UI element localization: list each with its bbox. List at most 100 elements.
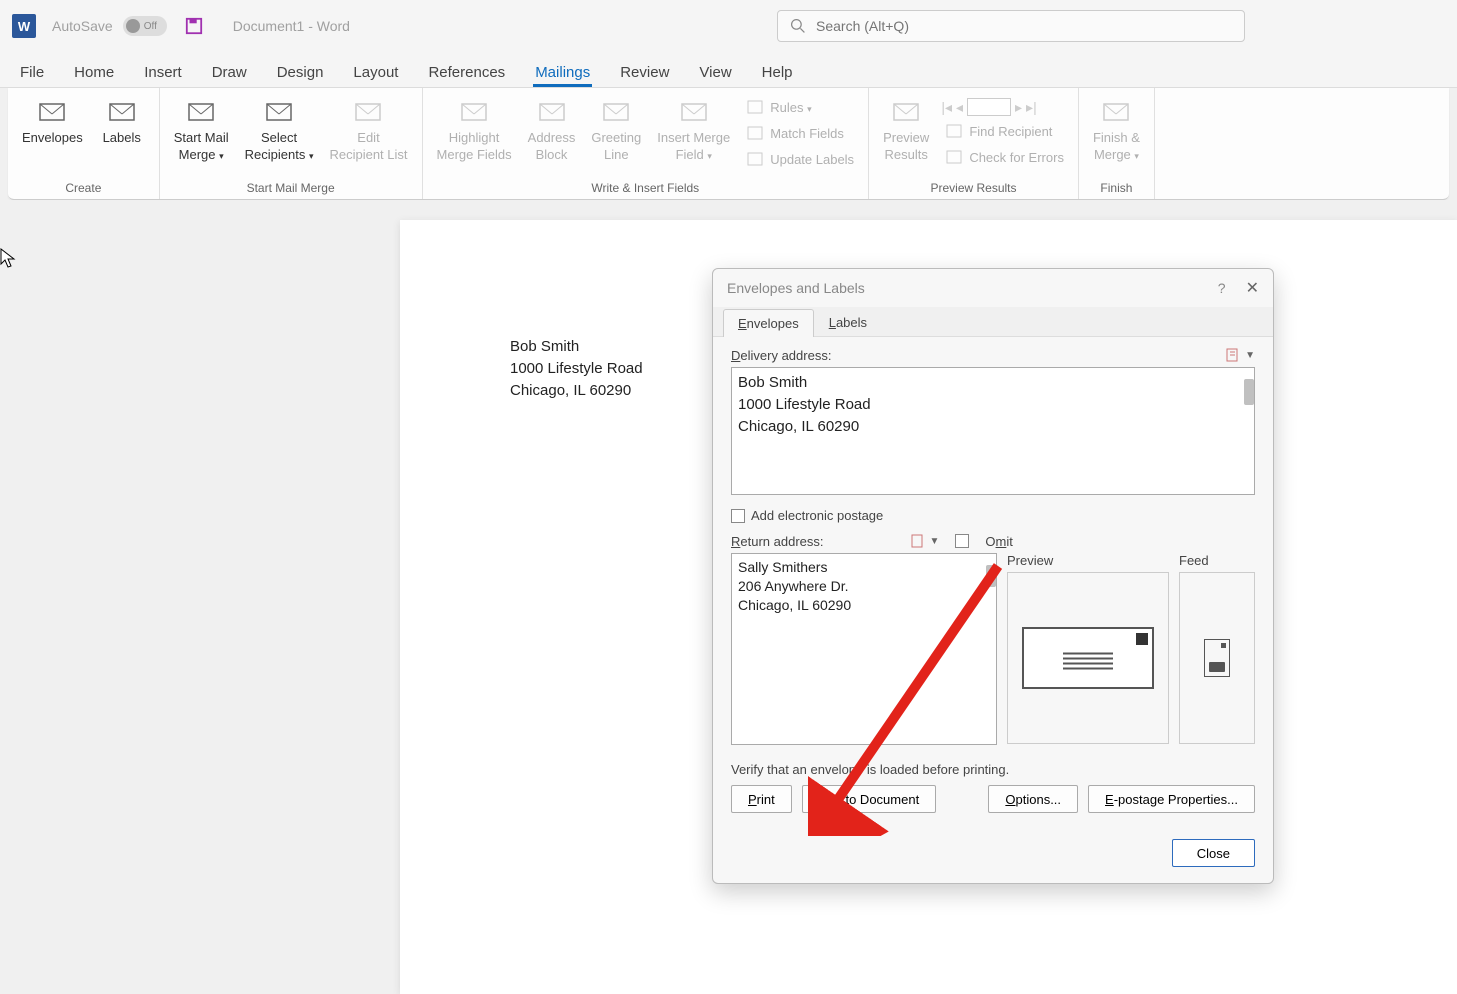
- previewresults-button: PreviewResults: [879, 92, 933, 166]
- verify-text: Verify that an envelope is loaded before…: [731, 762, 1255, 777]
- next-record-icon[interactable]: ▸: [1015, 99, 1022, 116]
- dialog-help-icon[interactable]: ?: [1218, 280, 1226, 296]
- ribbon-item-icon: [1100, 96, 1132, 128]
- omit-label: Omit: [985, 534, 1012, 549]
- search-input[interactable]: [816, 18, 1232, 34]
- tab-labels[interactable]: Labels: [814, 308, 882, 336]
- dialog-tabs: Envelopes Labels: [713, 307, 1273, 337]
- dialog-titlebar[interactable]: Envelopes and Labels ? ✕: [713, 269, 1273, 307]
- search-box[interactable]: [777, 10, 1245, 42]
- feed-label: Feed: [1179, 553, 1255, 568]
- labels-button[interactable]: Labels: [95, 92, 149, 149]
- last-record-icon[interactable]: ▸|: [1026, 99, 1037, 116]
- tab-draw[interactable]: Draw: [210, 58, 249, 87]
- ribbon-item-icon: [185, 96, 217, 128]
- save-icon[interactable]: [185, 17, 203, 35]
- title-bar: W AutoSave Off Document1 - Word: [0, 0, 1457, 52]
- address-book-icon: [1225, 347, 1241, 363]
- envelope-preview-icon: [1022, 627, 1154, 689]
- tab-insert[interactable]: Insert: [142, 58, 184, 87]
- scrollbar-thumb[interactable]: [986, 565, 996, 587]
- start-mailmerge-button[interactable]: Start MailMerge ▾: [170, 92, 233, 166]
- electronic-postage-label: Add electronic postage: [751, 508, 883, 523]
- tab-mailings[interactable]: Mailings: [533, 58, 592, 87]
- tab-file[interactable]: File: [18, 58, 46, 87]
- ribbon-group-create: EnvelopesLabels Create: [8, 88, 160, 199]
- tab-references[interactable]: References: [426, 58, 507, 87]
- tab-layout[interactable]: Layout: [351, 58, 400, 87]
- dialog-title: Envelopes and Labels: [727, 280, 1218, 296]
- ribbon-item-icon: [678, 96, 710, 128]
- find-recipient-button: Find Recipient: [941, 120, 1068, 142]
- ribbon-item-icon: [263, 96, 295, 128]
- scrollbar-thumb[interactable]: [1244, 379, 1254, 405]
- toggle-knob-icon: [126, 19, 140, 33]
- check-for-errors-button: Check for Errors: [941, 146, 1068, 168]
- autosave-state: Off: [144, 21, 157, 32]
- update-labels-button: Update Labels: [742, 148, 858, 170]
- dialog-close-icon[interactable]: ✕: [1246, 278, 1259, 298]
- envelopes-button[interactable]: Envelopes: [18, 92, 87, 149]
- first-record-icon[interactable]: |◂: [941, 99, 952, 116]
- omit-checkbox[interactable]: [955, 534, 969, 548]
- return-address-label: Return address:: [731, 534, 824, 549]
- ribbon-item-icon: [106, 96, 138, 128]
- autosave-toggle[interactable]: Off: [123, 16, 167, 36]
- group-label: Preview Results: [879, 179, 1068, 199]
- record-number-input[interactable]: [967, 98, 1011, 116]
- insert-mergefield-button: Insert MergeField ▾: [653, 92, 734, 166]
- feed-orientation-icon: [1204, 639, 1230, 677]
- prev-record-icon[interactable]: ◂: [956, 99, 963, 116]
- document-title: Document1 - Word: [233, 18, 350, 34]
- feed-pane[interactable]: [1179, 572, 1255, 744]
- group-label: Finish: [1089, 179, 1144, 199]
- finish-merge-button: Finish &Merge ▾: [1089, 92, 1144, 166]
- electronic-postage-checkbox[interactable]: [731, 509, 745, 523]
- word-app-icon: W: [12, 14, 36, 38]
- group-label: Start Mail Merge: [170, 179, 412, 199]
- tab-view[interactable]: View: [697, 58, 733, 87]
- tab-design[interactable]: Design: [275, 58, 326, 87]
- autosave-label: AutoSave: [52, 18, 113, 34]
- ribbon: EnvelopesLabels Create Start MailMerge ▾Se…: [8, 88, 1449, 200]
- dropdown-arrow-icon: ▼: [1245, 350, 1255, 361]
- ribbon-group-start-mail-merge: Start MailMerge ▾SelectRecipients ▾EditR…: [160, 88, 423, 199]
- tab-envelopes[interactable]: Envelopes: [723, 309, 814, 337]
- ribbon-item-icon: [890, 96, 922, 128]
- return-address-input[interactable]: [731, 553, 997, 745]
- tab-home[interactable]: Home: [72, 58, 116, 87]
- highlightmerge-fields-button: HighlightMerge Fields: [433, 92, 516, 166]
- print-button[interactable]: Print: [731, 785, 792, 813]
- editrecipient-list-button: EditRecipient List: [325, 92, 411, 166]
- options-button[interactable]: Options...: [988, 785, 1078, 813]
- preview-pane[interactable]: [1007, 572, 1169, 744]
- address-book-button[interactable]: ▼: [1225, 347, 1255, 363]
- ribbon-item-icon: [352, 96, 384, 128]
- ribbon-group-preview-results: PreviewResults |◂◂ ▸▸| Find Recipient Check …: [869, 88, 1079, 199]
- record-navigation: |◂◂ ▸▸|: [941, 98, 1068, 116]
- ribbon-group-write-insert-fields: HighlightMerge FieldsAddressBlockGreetin…: [423, 88, 870, 199]
- selectrecipients-button[interactable]: SelectRecipients ▾: [241, 92, 318, 166]
- greetingline-button: GreetingLine: [587, 92, 645, 166]
- epostage-button[interactable]: E-postage Properties...: [1088, 785, 1255, 813]
- close-button[interactable]: Close: [1172, 839, 1255, 867]
- search-icon: [790, 18, 806, 34]
- match-fields-button: Match Fields: [742, 122, 858, 144]
- group-label: Write & Insert Fields: [433, 179, 859, 199]
- delivery-address-input[interactable]: [731, 367, 1255, 495]
- ribbon-item-icon: [458, 96, 490, 128]
- address-book-icon: [910, 533, 926, 549]
- tab-help[interactable]: Help: [760, 58, 795, 87]
- preview-label: Preview: [1007, 553, 1169, 568]
- delivery-address-label: Delivery address:: [731, 348, 831, 363]
- ribbon-group-finish: Finish &Merge ▾ Finish: [1079, 88, 1155, 199]
- envelopes-labels-dialog: Envelopes and Labels ? ✕ Envelopes Label…: [712, 268, 1274, 884]
- addressblock-button: AddressBlock: [524, 92, 580, 166]
- rules-button: Rules ▾: [742, 96, 858, 118]
- dropdown-arrow-icon: ▼: [930, 536, 940, 547]
- return-address-book-button[interactable]: ▼: [910, 533, 940, 549]
- group-label: Create: [18, 179, 149, 199]
- add-to-document-button[interactable]: Add to Document: [802, 785, 936, 813]
- dialog-body: Delivery address: ▼ Add electronic posta…: [713, 337, 1273, 827]
- tab-review[interactable]: Review: [618, 58, 671, 87]
